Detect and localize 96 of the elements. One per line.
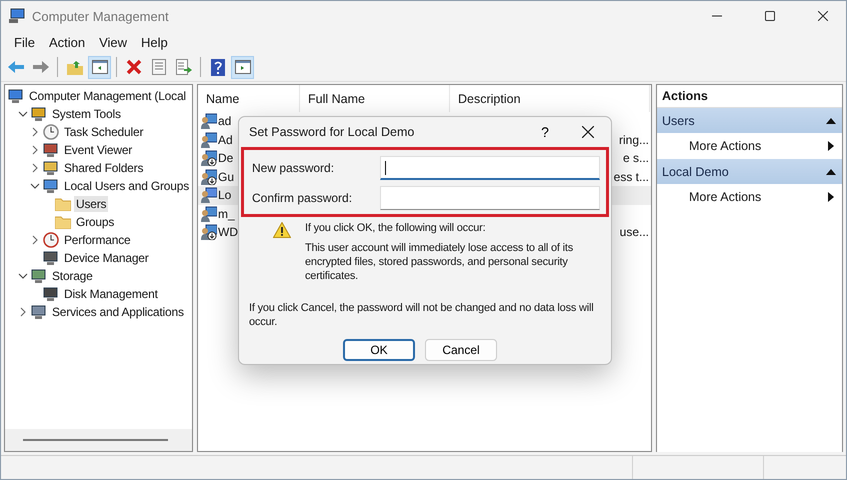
tree-item[interactable]: Users xyxy=(74,196,108,212)
password-field[interactable] xyxy=(380,186,600,210)
properties-icon xyxy=(152,59,166,75)
password-field[interactable] xyxy=(380,156,600,180)
menu-item[interactable]: File xyxy=(7,34,42,50)
table-cell: WD xyxy=(218,225,238,240)
tree-item[interactable]: Device Manager xyxy=(62,250,151,266)
scrollbar-thumb[interactable] xyxy=(23,439,168,441)
export-icon xyxy=(176,59,192,75)
expand-chevron[interactable] xyxy=(30,127,40,137)
warning-heading: If you click OK, the following will occur: xyxy=(305,221,487,235)
submenu-arrow-icon xyxy=(828,192,834,202)
table-cell: Gu xyxy=(218,170,234,184)
actions-section-header[interactable]: Users xyxy=(657,108,842,133)
menu-item[interactable]: Action xyxy=(42,34,92,50)
collapse-chevron[interactable] xyxy=(30,181,40,191)
collapse-chevron[interactable] xyxy=(18,271,28,281)
pane-icon xyxy=(234,60,250,74)
delete-icon xyxy=(126,59,142,75)
user-icon xyxy=(201,113,217,130)
user-icon xyxy=(201,168,217,185)
column-header[interactable]: Full Name xyxy=(300,85,450,112)
computer-icon xyxy=(43,286,59,302)
computer-icon xyxy=(31,268,47,284)
toolbar-button[interactable] xyxy=(231,56,254,78)
collapse-triangle-icon xyxy=(826,118,836,124)
menu-item[interactable]: Help xyxy=(134,34,175,50)
expand-chevron[interactable] xyxy=(30,145,40,155)
warning-text: This user account will immediately lose access to all of its encrypted files, stored passwords, and personal security certificates. xyxy=(305,241,574,283)
folder-icon xyxy=(55,198,71,210)
clock-icon xyxy=(43,124,59,140)
field-label: Confirm password: xyxy=(251,191,354,205)
column-header[interactable]: Description xyxy=(450,85,650,112)
tree-item[interactable]: Storage xyxy=(50,268,95,284)
tree-item[interactable]: System Tools xyxy=(50,106,123,122)
computer-icon xyxy=(43,250,59,266)
submenu-arrow-icon xyxy=(828,141,834,151)
table-cell: Ad xyxy=(218,132,233,147)
maximize-icon xyxy=(765,11,775,21)
window-title: Computer Management xyxy=(32,8,169,24)
table-cell: Lo xyxy=(218,188,232,202)
user-icon xyxy=(201,150,217,166)
menu-item[interactable]: View xyxy=(92,34,134,50)
table-cell: m_ xyxy=(218,206,235,221)
tree-item[interactable]: Task Scheduler xyxy=(62,124,146,140)
forward-arrow-icon xyxy=(32,60,50,74)
folder-icon xyxy=(55,216,71,228)
action-item[interactable]: More Actions xyxy=(657,133,842,159)
close-icon xyxy=(818,11,828,21)
table-cell: ess t... xyxy=(614,170,649,184)
tree-item[interactable]: Event Viewer xyxy=(62,142,134,158)
help-book-icon xyxy=(210,58,224,76)
user-icon xyxy=(201,187,217,204)
dialog-button[interactable]: Cancel xyxy=(425,339,497,361)
close-icon xyxy=(582,126,594,138)
user-icon xyxy=(201,224,217,240)
expand-chevron[interactable] xyxy=(18,307,28,317)
computer-icon xyxy=(8,88,24,104)
table-cell: use... xyxy=(620,225,649,240)
tree-item[interactable]: Computer Management (Local xyxy=(27,88,188,104)
computer-icon xyxy=(31,106,47,122)
dialog-button[interactable]: OK xyxy=(343,339,415,361)
tree-item[interactable]: Services and Applications xyxy=(50,304,186,320)
help-button[interactable]: ? xyxy=(525,117,565,147)
table-cell: De xyxy=(218,151,234,166)
field-label: New password: xyxy=(251,161,336,175)
collapse-triangle-icon xyxy=(826,168,836,174)
actions-section-header[interactable]: Local Demo xyxy=(657,159,842,184)
cancel-note: If you click Cancel, the password will not be changed and no data loss will occur. xyxy=(249,301,595,329)
back-arrow-icon xyxy=(6,60,24,74)
column-header[interactable]: Name xyxy=(198,85,300,112)
computer-icon xyxy=(43,142,59,158)
tree-item[interactable]: Performance xyxy=(62,232,132,248)
user-icon xyxy=(201,206,217,222)
tree-item[interactable]: Groups xyxy=(74,214,116,230)
user-icon xyxy=(201,132,217,148)
warning-icon xyxy=(273,222,291,238)
app-icon xyxy=(9,8,25,24)
expand-chevron[interactable] xyxy=(30,163,40,173)
table-cell: ad xyxy=(218,114,232,128)
clock-icon xyxy=(43,232,59,248)
table-cell: ring... xyxy=(618,132,649,147)
tree-item[interactable]: Disk Management xyxy=(62,286,160,302)
pane-icon xyxy=(92,60,108,74)
folder-up-icon xyxy=(66,60,82,74)
tree-item[interactable]: Shared Folders xyxy=(62,160,146,176)
table-cell: e s... xyxy=(622,151,649,166)
toolbar-button[interactable] xyxy=(88,56,111,78)
tree-item[interactable]: Local Users and Groups xyxy=(62,178,191,194)
computer-icon xyxy=(43,160,59,176)
expand-chevron[interactable] xyxy=(30,235,40,245)
computer-icon xyxy=(43,178,59,194)
computer-icon xyxy=(31,304,47,320)
collapse-chevron[interactable] xyxy=(18,109,28,119)
dialog-title: Set Password for Local Demo xyxy=(249,125,414,139)
action-item[interactable]: More Actions xyxy=(657,184,842,210)
